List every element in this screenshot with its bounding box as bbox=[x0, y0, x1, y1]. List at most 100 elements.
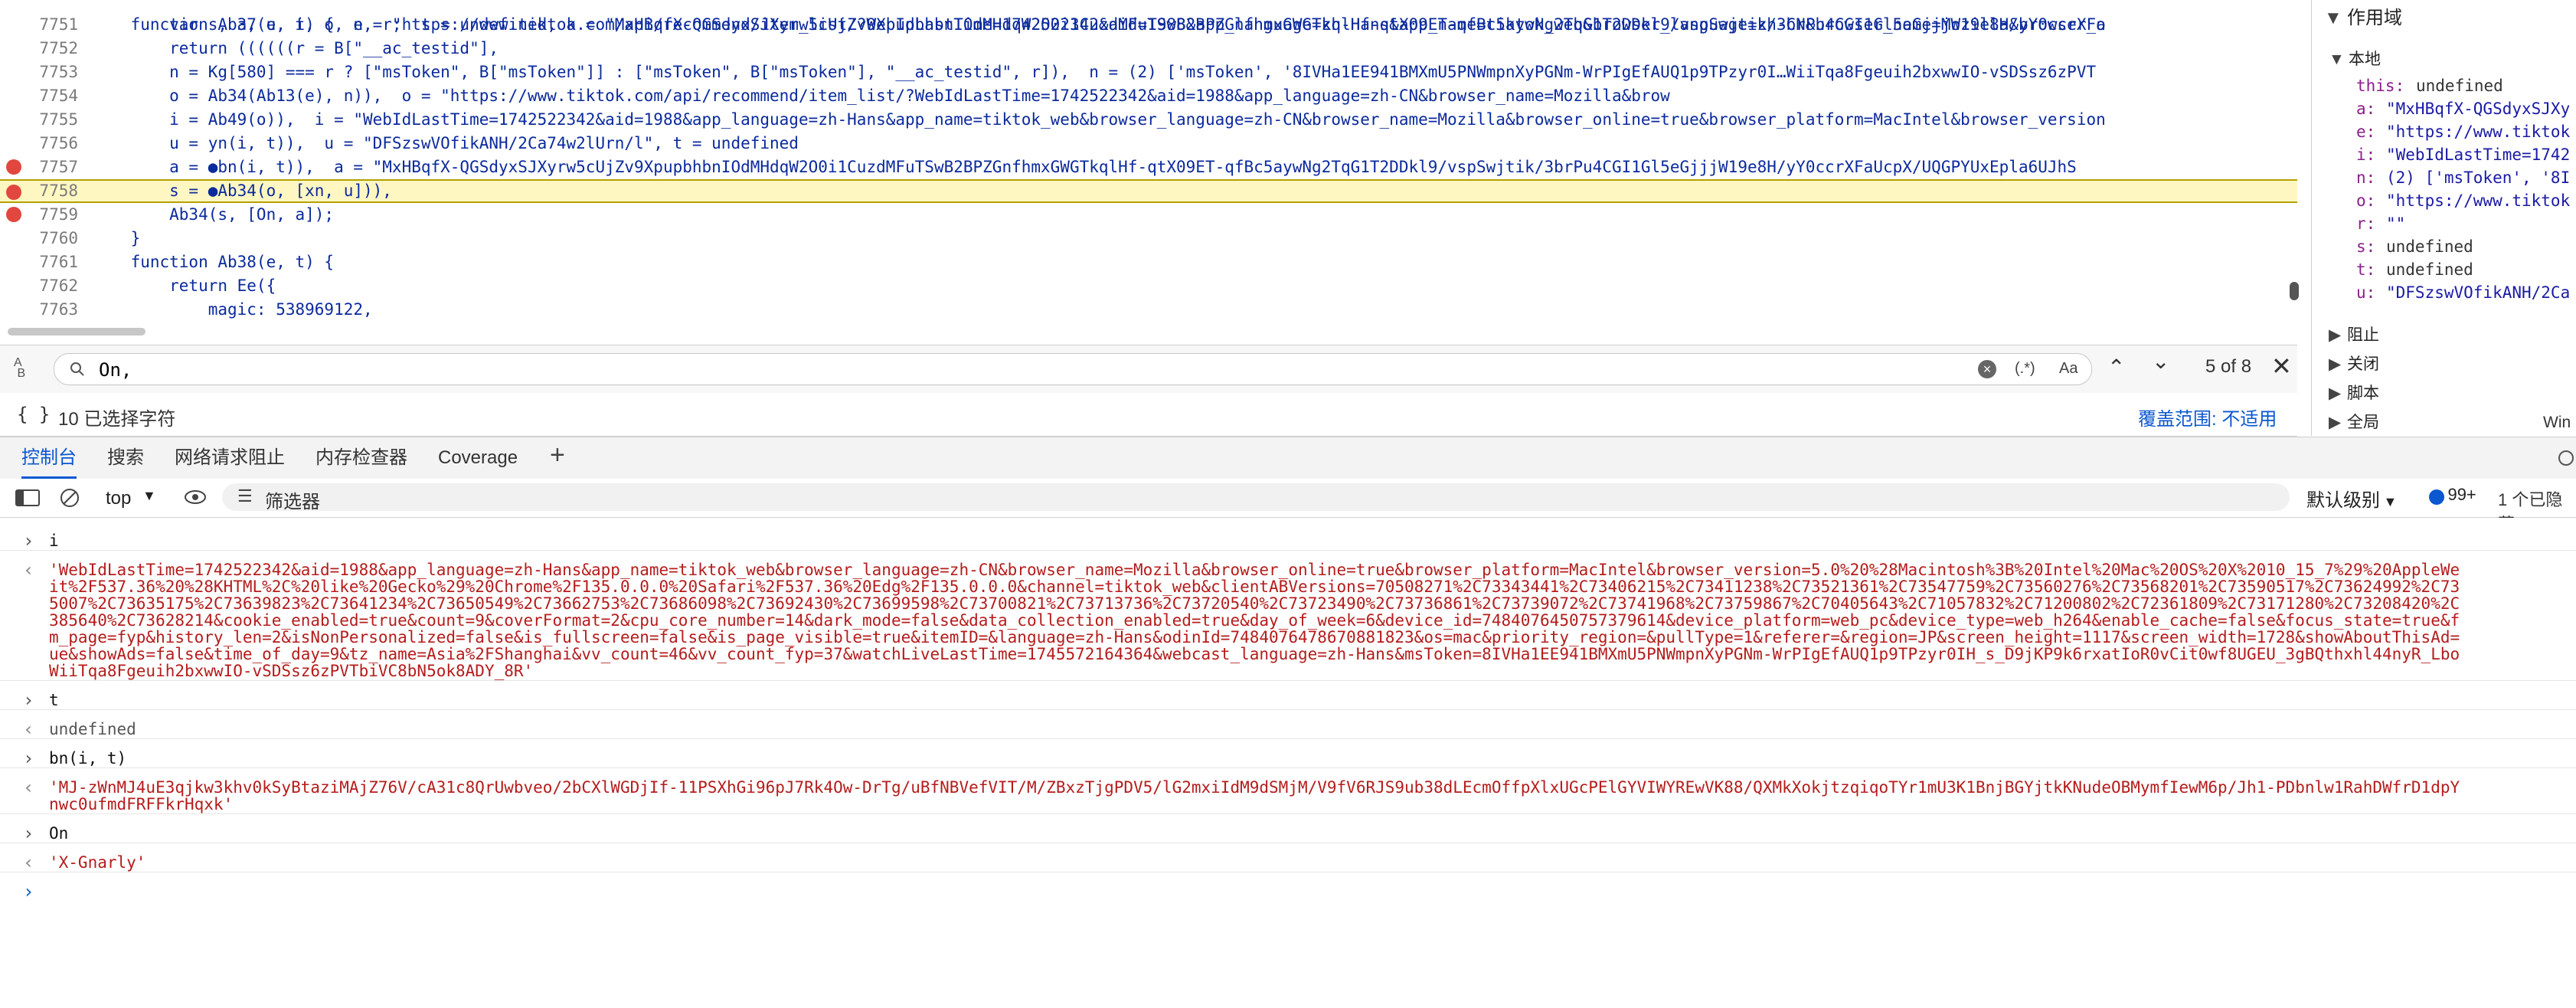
log-level-select[interactable]: 默认级别 ▼ bbox=[2306, 485, 2397, 512]
scope-variable-value: "WebIdLastTime=1742 bbox=[2386, 146, 2571, 164]
line-number[interactable]: 7763 bbox=[0, 298, 84, 322]
line-number[interactable]: 7752 bbox=[0, 37, 84, 61]
code-line[interactable]: 7754 o = Ab34(Ab13(e), n)), o = "https:/… bbox=[0, 84, 2297, 108]
result-chevron-icon: ‹ bbox=[23, 777, 34, 798]
console-separator bbox=[0, 680, 2576, 681]
match-case-toggle[interactable]: Aa bbox=[2059, 360, 2077, 378]
issues-count: 99+ bbox=[2447, 485, 2476, 504]
drawer-tab[interactable]: 内存检查器 bbox=[315, 437, 407, 479]
code-line[interactable]: 7751 var s, a, u, i, o, n, r; s = undefi… bbox=[0, 13, 2297, 37]
scope-variable[interactable]: a: "MxHBqfX-QGSdyxSJXy bbox=[2312, 97, 2576, 121]
code-line-text: magic: 538969122, bbox=[92, 300, 373, 319]
scope-variable[interactable]: u: "DFSzswVOfikANH/2Ca bbox=[2312, 280, 2576, 305]
scope-variable[interactable]: o: "https://www.tiktok bbox=[2312, 188, 2576, 213]
scope-variable-value: "MxHBqfX-QGSdyxSJXy bbox=[2386, 100, 2571, 118]
selection-status: 10 已选择字符 bbox=[58, 409, 176, 430]
line-number[interactable]: 7754 bbox=[0, 84, 84, 108]
add-tab-button[interactable]: + bbox=[550, 440, 565, 470]
line-number[interactable]: 7756 bbox=[0, 132, 84, 155]
scope-variable[interactable]: s: undefined bbox=[2312, 234, 2576, 259]
line-number[interactable]: 7753 bbox=[0, 61, 84, 84]
scope-variable-value: "" bbox=[2386, 214, 2406, 233]
scope-variable-value: (2) ['msToken', '8I bbox=[2386, 169, 2571, 187]
log-level-label: 默认级别 bbox=[2306, 490, 2380, 511]
clear-search-icon[interactable]: × bbox=[1978, 360, 1996, 378]
line-number[interactable]: 7759 bbox=[0, 203, 84, 227]
scope-section[interactable]: ▶ 全局 Win bbox=[2312, 411, 2576, 435]
editor-horizontal-scrollbar[interactable] bbox=[8, 328, 145, 335]
scope-variable[interactable]: e: "https://www.tiktok bbox=[2312, 119, 2576, 144]
context-selector[interactable]: top ▼ bbox=[95, 485, 172, 509]
local-scope-header[interactable]: ▼ 本地 bbox=[2312, 47, 2576, 72]
search-input[interactable] bbox=[97, 358, 1938, 381]
scope-variable-name: r: bbox=[2356, 214, 2376, 233]
next-match-button[interactable]: ⌄ bbox=[2152, 349, 2169, 374]
line-number[interactable]: 7762 bbox=[0, 274, 84, 298]
code-line-text: u = yn(i, t)), u = "DFSzswVOfikANH/2Ca74… bbox=[92, 134, 799, 152]
code-line[interactable]: 7760 } bbox=[0, 227, 2297, 250]
result-chevron-icon: ‹ bbox=[23, 852, 34, 873]
code-line-text: return ((((((r = B["__ac_testid"], bbox=[92, 39, 499, 57]
code-line[interactable]: 7759 Ab34(s, [On, a]); bbox=[0, 203, 2297, 227]
code-line[interactable]: 7757 a = ●bn(i, t)), a = "MxHBqfX-QGSdyx… bbox=[0, 155, 2297, 179]
console-input-text: t bbox=[49, 691, 59, 709]
code-line[interactable]: 7752 return ((((((r = B["__ac_testid"], bbox=[0, 37, 2297, 61]
line-number[interactable]: 7761 bbox=[0, 250, 84, 274]
result-chevron-icon: ‹ bbox=[23, 559, 34, 581]
line-number[interactable]: 7757 bbox=[0, 155, 84, 179]
scope-variable[interactable]: this: undefined bbox=[2312, 74, 2576, 98]
input-chevron-icon: › bbox=[23, 530, 34, 551]
scope-variable[interactable]: r: "" bbox=[2312, 211, 2576, 236]
drawer-tab[interactable]: 搜索 bbox=[107, 437, 144, 479]
console-result-text: undefined bbox=[49, 720, 136, 738]
pretty-print-button[interactable]: { } bbox=[17, 404, 50, 425]
scope-variable[interactable]: i: "WebIdLastTime=1742 bbox=[2312, 142, 2576, 167]
previous-match-button[interactable]: ⌃ bbox=[2107, 355, 2125, 380]
prompt-chevron-icon: › bbox=[23, 881, 34, 902]
line-number[interactable]: 7760 bbox=[0, 227, 84, 250]
editor-vertical-scrollbar[interactable] bbox=[2290, 282, 2299, 300]
expanded-caret-icon: ▼ bbox=[2329, 51, 2345, 68]
local-scope-label: 本地 bbox=[2349, 51, 2381, 68]
live-expression-eye-icon[interactable] bbox=[184, 489, 207, 505]
code-line[interactable]: 7756 u = yn(i, t)), u = "DFSzswVOfikANH/… bbox=[0, 132, 2297, 155]
scope-section[interactable]: ▶ 阻止 bbox=[2312, 323, 2576, 348]
close-search-button[interactable]: ✕ bbox=[2271, 352, 2292, 381]
drawer-tab[interactable]: Coverage bbox=[438, 437, 518, 479]
line-number[interactable]: 7755 bbox=[0, 108, 84, 132]
code-line-text: s = ●Ab34(o, [xn, u])), bbox=[92, 182, 392, 200]
scope-variable-name: t: bbox=[2356, 260, 2376, 279]
issues-button[interactable]: 99+ bbox=[2429, 485, 2476, 505]
console-filter[interactable]: ☰ 筛选器 bbox=[222, 483, 2290, 512]
scope-section[interactable]: ▶ 脚本 bbox=[2312, 381, 2576, 406]
code-line[interactable]: 7755 i = Ab49(o)), i = "WebIdLastTime=17… bbox=[0, 108, 2297, 132]
code-line[interactable]: 7763 magic: 538969122, bbox=[0, 298, 2297, 322]
code-line[interactable]: 7761 function Ab38(e, t) { bbox=[0, 250, 2297, 274]
drawer-tab[interactable]: 控制台 bbox=[21, 437, 77, 479]
show-sidebar-icon[interactable] bbox=[15, 489, 40, 506]
scope-variable[interactable]: n: (2) ['msToken', '8I bbox=[2312, 165, 2576, 190]
scope-header[interactable]: ▼ 作用域 bbox=[2312, 6, 2576, 31]
clear-console-icon[interactable] bbox=[60, 488, 80, 508]
console-separator bbox=[0, 550, 2576, 551]
coverage-status[interactable]: 覆盖范围: 不适用 bbox=[2138, 404, 2277, 430]
console-separator bbox=[0, 767, 2576, 768]
scope-section[interactable]: ▶ 关闭 bbox=[2312, 352, 2576, 377]
console-result-text: 'MJ-zWnMJ4uE3qjkw3khv0kSyBtaziMAjZ76V/cA… bbox=[49, 778, 2460, 797]
code-line[interactable]: 7753 n = Kg[580] === r ? ["msToken", B["… bbox=[0, 61, 2297, 84]
toggle-replace-icon[interactable]: A B bbox=[14, 357, 25, 380]
code-line[interactable]: 7758 s = ●Ab34(o, [xn, u])), bbox=[0, 179, 2297, 203]
regex-toggle[interactable]: (.*) bbox=[2015, 360, 2035, 378]
scope-section-label: 脚本 bbox=[2347, 385, 2379, 402]
drawer-tab[interactable]: 网络请求阻止 bbox=[175, 437, 285, 479]
scope-variable[interactable]: t: undefined bbox=[2312, 257, 2576, 282]
line-number[interactable]: 7751 bbox=[0, 13, 84, 37]
code-line[interactable]: 7762 return Ee({ bbox=[0, 274, 2297, 298]
line-number[interactable]: 7758 bbox=[0, 181, 84, 201]
source-code-editor[interactable]: function Ab37(e, t) { e = "https://www.t… bbox=[0, 0, 2297, 329]
search-box[interactable]: × (.*) Aa bbox=[54, 353, 2092, 385]
console-result-text: nwc0ufmdFRFFkrHqxk' bbox=[49, 795, 234, 813]
feedback-icon[interactable] bbox=[2558, 450, 2574, 466]
console-output[interactable]: › i ‹ 'WebIdLastTime=1742522342&aid=1988&ap… bbox=[0, 518, 2576, 1008]
scope-section-label: 阻止 bbox=[2347, 326, 2379, 344]
